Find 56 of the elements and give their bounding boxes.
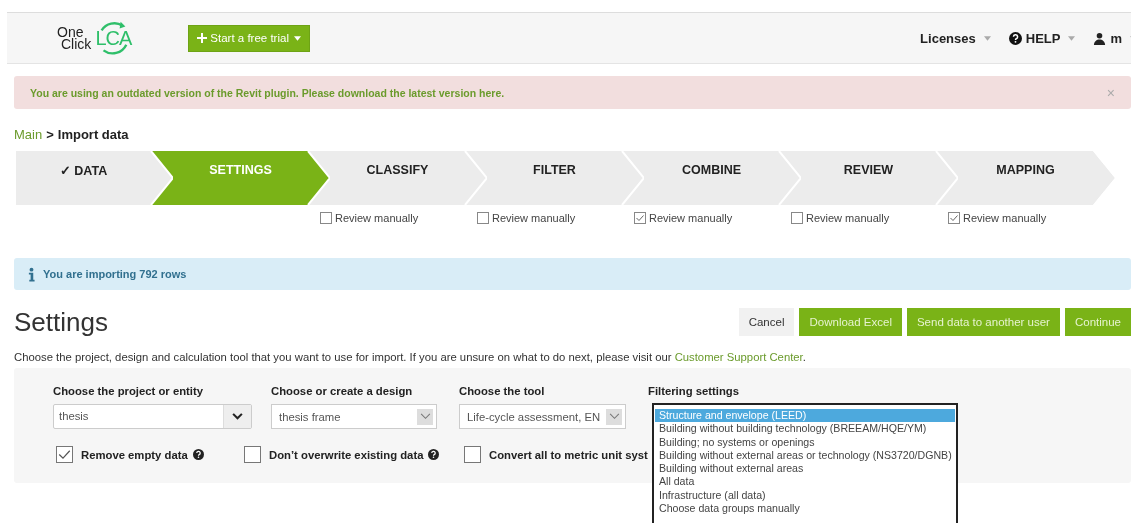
breadcrumb-separator: > <box>46 127 54 142</box>
page-title: Settings <box>14 306 108 338</box>
checkbox[interactable] <box>56 446 73 463</box>
list-option[interactable]: Infrastructure (all data) <box>655 488 955 503</box>
checkbox[interactable] <box>464 446 481 463</box>
chevron-icon <box>419 413 431 420</box>
menu-link[interactable]: Licenses <box>920 30 991 46</box>
field-label: Choose or create a design <box>271 385 414 397</box>
dropdown-select[interactable]: thesis frame <box>271 404 437 429</box>
list-option[interactable]: Choose data groups manually <box>655 502 955 516</box>
list-option[interactable]: All data <box>655 475 955 489</box>
caret-icon <box>1068 35 1076 41</box>
warning-text: You are using an outdated version of the Revit plugin. Please download the latest version here. <box>30 86 505 99</box>
user-icon <box>1093 31 1107 45</box>
checkbox-label: Review manually <box>335 212 419 224</box>
checkbox[interactable] <box>477 212 489 224</box>
info-text: You are importing 792 rows <box>43 268 187 280</box>
list-option[interactable]: Building; no systems or openings <box>655 435 955 449</box>
logo-text: One <box>57 26 84 38</box>
step-tab[interactable]: ✓ DATA <box>16 151 173 205</box>
checkbox-label: Review manually <box>806 212 890 224</box>
breadcrumb-current: Import data <box>57 127 129 142</box>
checkbox[interactable] <box>634 212 646 224</box>
cancel-button[interactable]: Cancel <box>738 308 795 336</box>
chevron-icon <box>232 413 243 420</box>
project-select[interactable]: thesis <box>53 404 252 429</box>
checkbox[interactable] <box>320 212 332 224</box>
checkbox-label: Remove empty data <box>81 448 188 461</box>
dropdown-select[interactable]: Life-cycle assessment, EN <box>459 404 626 429</box>
list-option[interactable]: Building without external areas <box>655 462 955 476</box>
help-icon[interactable] <box>192 449 204 460</box>
help-icon[interactable] <box>428 449 440 460</box>
checkbox[interactable] <box>791 212 803 224</box>
description-text: Choose the project, design and calculation tool that you want to use for import. If you are unsure on what to do next, please visit our Customer Support Center. <box>14 351 807 363</box>
filter-listbox[interactable] <box>652 403 958 523</box>
checkbox-label: Review manually <box>963 212 1047 224</box>
checkbox-label: Review manually <box>649 212 733 224</box>
caret-icon <box>293 35 301 41</box>
list-option[interactable]: Building without external areas or technology (NS3720/DGNB) <box>655 448 955 463</box>
checkbox-label: Don’t overwrite existing data <box>269 448 424 461</box>
field-label: Filtering settings <box>648 385 739 397</box>
info-icon <box>28 266 35 282</box>
plus-icon <box>197 33 208 43</box>
field-label: Choose the tool <box>459 385 546 397</box>
help-menu[interactable]: HELP <box>1008 30 1076 46</box>
caret-icon <box>983 35 991 41</box>
field-label: Choose the project or entity <box>53 385 204 397</box>
checkbox[interactable] <box>244 446 261 463</box>
list-option[interactable]: Building without building technology (BREEAM/HQE/YM) <box>655 422 955 436</box>
checkbox[interactable] <box>948 212 960 224</box>
checkbox-label: Convert all to metric unit syst <box>489 448 648 461</box>
help-icon <box>1008 31 1022 45</box>
checkbox-label: Review manually <box>492 212 576 224</box>
user-menu[interactable]: m <box>1093 30 1131 46</box>
logo-text: Click <box>61 38 92 50</box>
chevron-icon <box>608 413 620 420</box>
